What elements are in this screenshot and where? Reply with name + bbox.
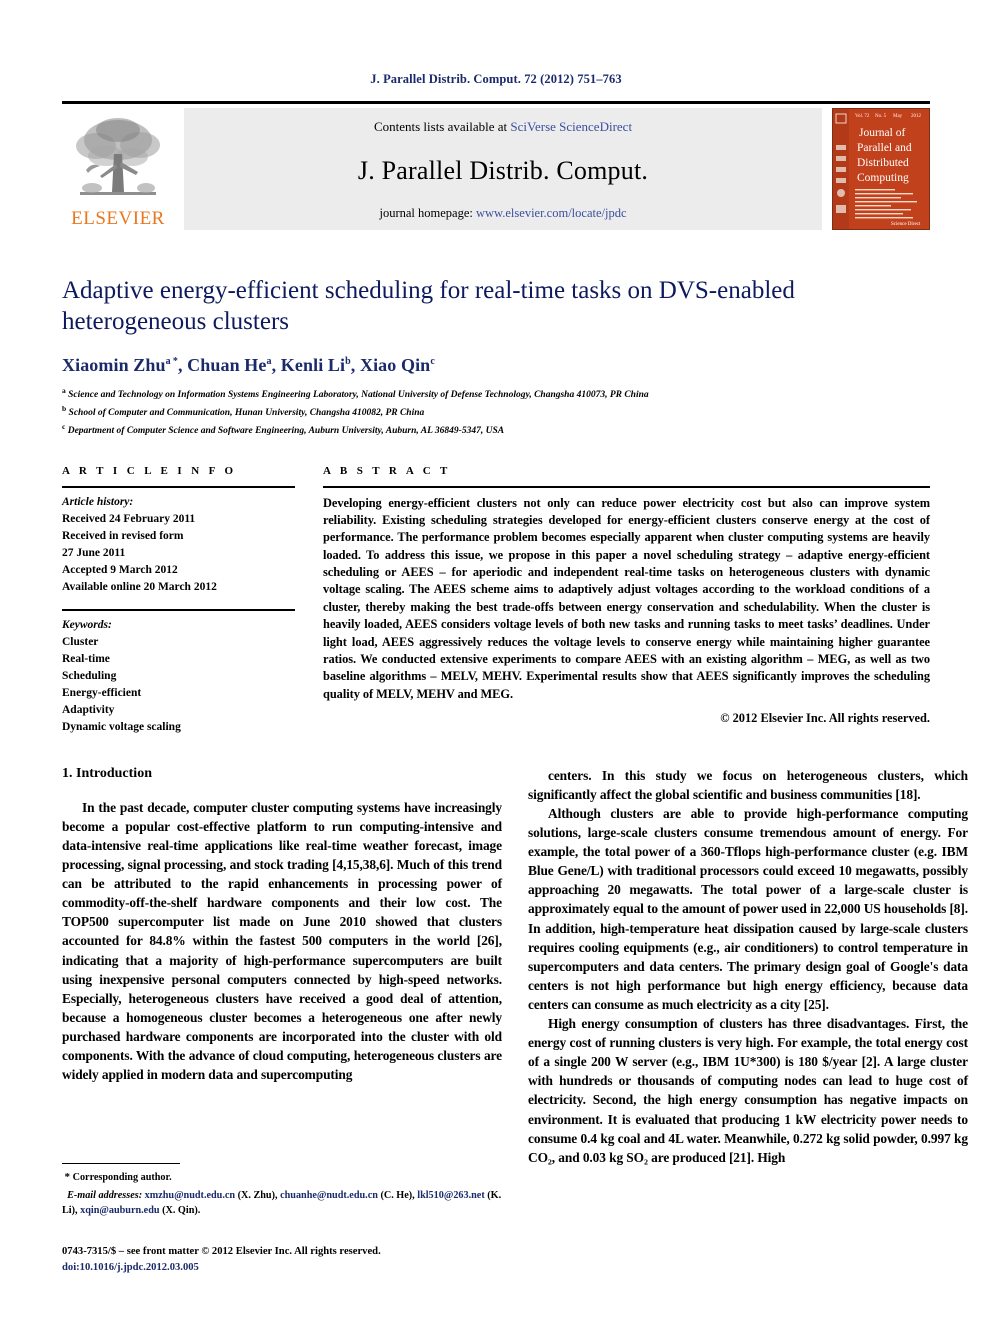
keyword-item: Dynamic voltage scaling	[62, 720, 181, 733]
sciencedirect-link[interactable]: SciVerse ScienceDirect	[510, 119, 632, 134]
author-sup: a *	[165, 356, 178, 367]
affiliation-mark: a	[62, 386, 66, 395]
article-info-heading: A R T I C L E I N F O	[62, 464, 237, 477]
masthead: ELSEVIER Contents lists available at Sci…	[62, 101, 930, 230]
abstract-text: Developing energy-efficient clusters not…	[323, 495, 930, 701]
affiliation-item: c Department of Computer Science and Sof…	[62, 421, 930, 439]
article-history: Article history: Received 24 February 20…	[62, 488, 295, 596]
corresponding-author-text: Corresponding author.	[72, 1172, 172, 1183]
email-owner: (X. Qin).	[162, 1204, 201, 1216]
article-page: J. Parallel Distrib. Comput. 72 (2012) 7…	[0, 0, 992, 1323]
affiliation-item: b School of Computer and Communication, …	[62, 403, 930, 421]
author-sup: a	[266, 356, 272, 367]
affiliation-mark: b	[62, 403, 67, 413]
keyword-item: Adaptivity	[62, 703, 115, 716]
email-owner: (X. Zhu),	[237, 1189, 278, 1201]
paragraph: centers. In this study we focus on heter…	[528, 767, 968, 802]
footnote-rule	[62, 1163, 180, 1164]
svg-text:No. 5: No. 5	[875, 114, 887, 119]
keyword-item: Real-time	[62, 652, 110, 665]
asterisk-icon: *	[64, 1171, 71, 1183]
homepage-prefix: journal homepage:	[379, 206, 476, 220]
corresponding-author-note: * Corresponding author.	[62, 1169, 502, 1186]
issn-line: 0743-7315/$ – see front matter © 2012 El…	[62, 1246, 381, 1257]
author-sup: c	[430, 356, 435, 367]
history-item: Received 24 February 2011	[62, 512, 196, 525]
author-sup: b	[345, 356, 351, 367]
journal-banner: Contents lists available at SciVerse Sci…	[184, 108, 822, 230]
svg-text:Parallel and: Parallel and	[857, 142, 912, 154]
history-item: Available online 20 March 2012	[62, 580, 217, 593]
history-item: Accepted 9 March 2012	[62, 563, 178, 576]
email-link[interactable]: lkl510@263.net	[417, 1190, 485, 1201]
article-info-column: A R T I C L E I N F O Article history: R…	[62, 465, 295, 736]
svg-text:Vol. 72: Vol. 72	[855, 114, 870, 119]
svg-text:May: May	[893, 114, 903, 119]
journal-title: J. Parallel Distrib. Comput.	[357, 155, 649, 185]
elsevier-logo: ELSEVIER	[62, 108, 174, 230]
imprint-block: 0743-7315/$ – see front matter © 2012 El…	[62, 1244, 532, 1277]
keywords-list: Keywords: Cluster Real-time Scheduling E…	[62, 611, 295, 736]
contents-available-line: Contents lists available at SciVerse Sci…	[374, 119, 632, 135]
svg-text:Computing: Computing	[857, 172, 909, 184]
history-item: 27 June 2011	[62, 546, 126, 559]
abstract-heading: A B S T R A C T	[323, 464, 451, 477]
paragraph: In the past decade, computer cluster com…	[62, 799, 502, 1083]
keyword-item: Energy-efficient	[62, 686, 142, 699]
author-name: Kenli Li	[280, 355, 346, 375]
email-link[interactable]: xmzhu@nudt.edu.cn	[145, 1190, 235, 1201]
abstract-copyright: © 2012 Elsevier Inc. All rights reserved…	[720, 710, 930, 725]
email-addresses-note: E-mail addresses: xmzhu@nudt.edu.cn (X. …	[62, 1188, 502, 1219]
email-owner: (C. He),	[380, 1189, 415, 1201]
doi-line: doi:10.1016/j.jpdc.2012.03.005	[62, 1262, 199, 1274]
elsevier-tree-icon	[76, 118, 160, 195]
history-item: Received in revised form	[62, 529, 184, 542]
cover-footer-text: Science Direct	[891, 222, 921, 227]
paragraph: Although clusters are able to provide hi…	[528, 806, 968, 1012]
journal-homepage-link[interactable]: www.elsevier.com/locate/jpdc	[476, 206, 627, 220]
author-name: Chuan He	[187, 355, 267, 375]
journal-homepage-line: journal homepage: www.elsevier.com/locat…	[379, 206, 626, 221]
page-title: Adaptive energy-efficient scheduling for…	[62, 277, 795, 335]
affiliation-text: School of Computer and Communication, Hu…	[68, 408, 425, 419]
affiliation-list: a Science and Technology on Information …	[62, 385, 930, 439]
abstract-column: A B S T R A C T Developing energy-effici…	[323, 465, 930, 736]
affiliation-item: a Science and Technology on Information …	[62, 385, 930, 403]
body-column-right: centers. In this study we focus on heter…	[528, 766, 968, 1167]
svg-text:Distributed: Distributed	[857, 157, 909, 169]
affiliation-mark: c	[62, 421, 66, 431]
contents-prefix: Contents lists available at	[373, 119, 511, 134]
journal-cover-thumbnail[interactable]: Vol. 72 No. 5 May 2012 Journal of Parallel …	[832, 108, 930, 230]
masthead-top-rule	[62, 101, 930, 104]
email-label: E-mail addresses:	[67, 1189, 143, 1201]
author-name: Xiaomin Zhu	[62, 355, 166, 375]
affiliation-text: Science and Technology on Information Sy…	[68, 390, 649, 401]
keyword-item: Scheduling	[62, 669, 117, 682]
article-history-label: Article history:	[62, 495, 134, 508]
running-head: J. Parallel Distrib. Comput. 72 (2012) 7…	[370, 72, 622, 86]
footnote-area: * Corresponding author. E-mail addresses…	[62, 1163, 502, 1218]
body-columns: 1. Introduction In the past decade, comp…	[62, 766, 968, 1167]
keyword-item: Cluster	[62, 635, 99, 648]
info-abstract-row: A R T I C L E I N F O Article history: R…	[62, 465, 930, 736]
section-heading-introduction: 1. Introduction	[62, 765, 152, 781]
svg-text:2012: 2012	[911, 114, 922, 119]
author-list: Xiaomin Zhua *, Chuan Hea, Kenli Lib, Xi…	[62, 355, 435, 375]
keywords-label: Keywords:	[62, 618, 112, 631]
author-name: Xiao Qin	[359, 355, 431, 375]
elsevier-wordmark: ELSEVIER	[71, 208, 165, 229]
keywords-block: Keywords: Cluster Real-time Scheduling E…	[62, 608, 295, 736]
affiliation-text: Department of Computer Science and Softw…	[67, 425, 505, 436]
body-column-left: 1. Introduction In the past decade, comp…	[62, 766, 502, 1167]
svg-text:Journal of: Journal of	[859, 127, 905, 139]
cover-artwork: Vol. 72 No. 5 May 2012 Journal of Parallel …	[833, 109, 929, 229]
email-link[interactable]: xqin@auburn.edu	[80, 1205, 159, 1216]
title-block: Adaptive energy-efficient scheduling for…	[62, 276, 930, 439]
email-link[interactable]: chuanhe@nudt.edu.cn	[280, 1190, 378, 1201]
paragraph: High energy consumption of clusters has …	[528, 1016, 968, 1165]
